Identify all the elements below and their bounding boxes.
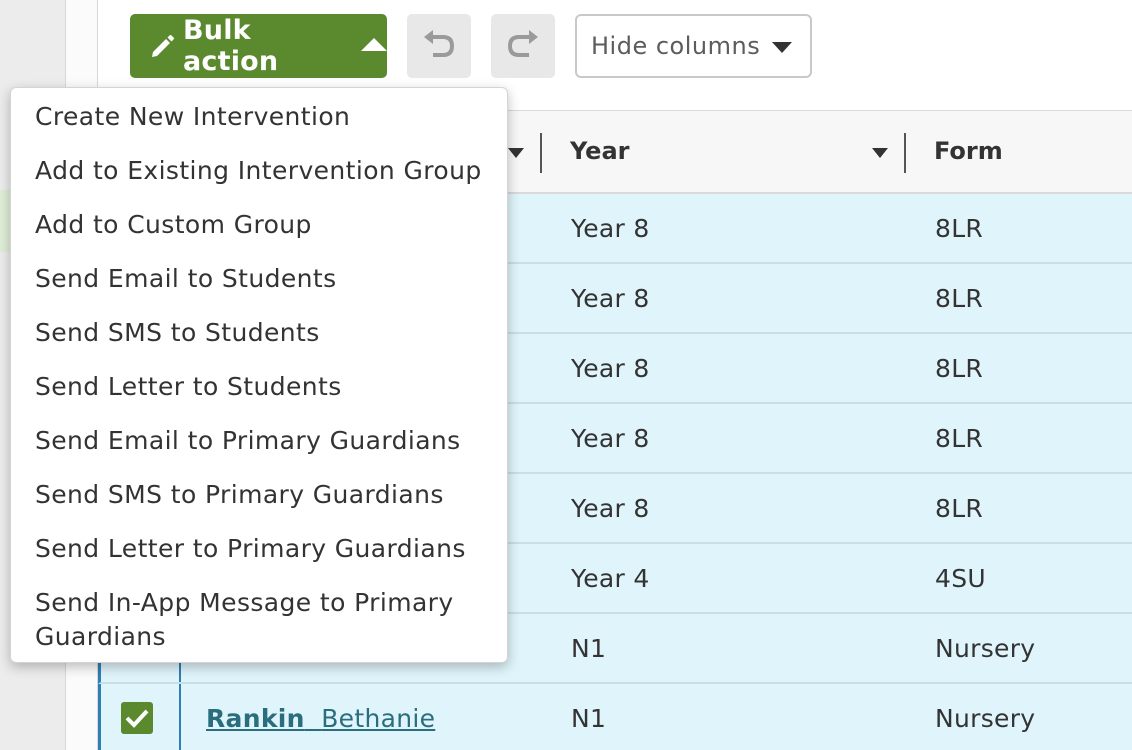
hide-columns-select[interactable]: Hide columns xyxy=(575,14,812,78)
row-divider xyxy=(179,684,181,750)
menu-item-send-email-guardians[interactable]: Send Email to Primary Guardians xyxy=(11,424,507,458)
hide-columns-placeholder: Hide columns xyxy=(591,32,761,60)
year-sort-caret-icon[interactable] xyxy=(872,148,888,158)
year-cell: N1 xyxy=(571,704,607,733)
column-resize-handle[interactable] xyxy=(904,133,906,173)
form-cell: Nursery xyxy=(935,704,1036,733)
bulk-action-menu: Create New Intervention Add to Existing … xyxy=(10,87,508,663)
year-cell: Year 4 xyxy=(571,564,650,593)
form-cell: Nursery xyxy=(935,634,1036,663)
sort-caret-icon[interactable] xyxy=(508,148,524,158)
bulk-action-button[interactable]: Bulk action xyxy=(130,14,387,78)
student-surname: Rankin xyxy=(206,704,305,733)
year-cell: Year 8 xyxy=(571,214,650,243)
pencil-icon xyxy=(149,32,177,60)
form-cell: 8LR xyxy=(935,494,984,523)
column-resize-handle[interactable] xyxy=(540,133,542,173)
form-cell: 8LR xyxy=(935,214,984,243)
form-cell: 4SU xyxy=(935,564,986,593)
column-header-form[interactable]: Form xyxy=(934,137,1003,165)
bulk-action-label: Bulk action xyxy=(183,15,279,77)
table-row[interactable]: Rankin Bethanie N1 Nursery xyxy=(98,684,1132,750)
student-name-link[interactable]: Rankin Bethanie xyxy=(206,704,435,733)
menu-item-send-letter-guardians[interactable]: Send Letter to Primary Guardians xyxy=(11,532,507,566)
year-cell: Year 8 xyxy=(571,354,650,383)
form-cell: 8LR xyxy=(935,424,984,453)
form-cell: 8LR xyxy=(935,284,984,313)
redo-button[interactable] xyxy=(491,14,555,78)
year-cell: Year 8 xyxy=(571,424,650,453)
row-select-checkbox[interactable] xyxy=(121,702,153,734)
menu-item-send-inapp-guardians[interactable]: Send In-App Message to Primary Guardians xyxy=(11,586,507,654)
form-cell: 8LR xyxy=(935,354,984,383)
redo-icon xyxy=(505,29,541,63)
menu-item-send-sms-students[interactable]: Send SMS to Students xyxy=(11,316,507,350)
column-header-year[interactable]: Year xyxy=(570,137,629,165)
menu-item-send-letter-students[interactable]: Send Letter to Students xyxy=(11,370,507,404)
menu-item-add-custom-group[interactable]: Add to Custom Group xyxy=(11,208,507,242)
undo-button[interactable] xyxy=(407,14,471,78)
year-cell: Year 8 xyxy=(571,284,650,313)
check-icon xyxy=(125,709,149,728)
student-firstname: Bethanie xyxy=(321,704,436,733)
sidebar-active-indicator xyxy=(0,190,10,252)
menu-item-send-sms-guardians[interactable]: Send SMS to Primary Guardians xyxy=(11,478,507,512)
year-cell: Year 8 xyxy=(571,494,650,523)
chevron-down-icon xyxy=(772,42,792,53)
menu-item-add-existing-intervention-group[interactable]: Add to Existing Intervention Group xyxy=(11,154,507,188)
menu-item-create-new-intervention[interactable]: Create New Intervention xyxy=(11,100,507,134)
year-cell: N1 xyxy=(571,634,607,663)
menu-item-send-email-students[interactable]: Send Email to Students xyxy=(11,262,507,296)
caret-up-icon xyxy=(361,37,387,51)
undo-icon xyxy=(421,29,457,63)
